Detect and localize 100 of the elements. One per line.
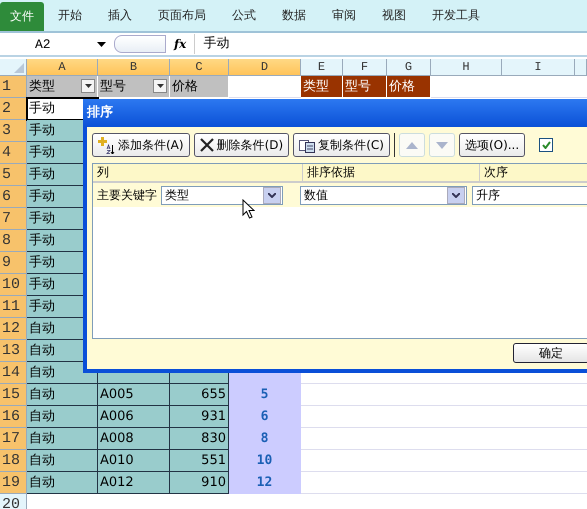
column-heading: 列 [96, 164, 110, 181]
row-header[interactable]: 1 [0, 76, 27, 98]
row-header[interactable]: 7 [0, 208, 27, 230]
ribbon-tab[interactable]: 公式 [220, 0, 268, 31]
table-cell[interactable]: 型号 [98, 76, 170, 98]
sort-key-label: 主要关键字 [96, 186, 158, 204]
chevron-icon [268, 192, 276, 198]
caret-icon [156, 84, 164, 88]
down-triangle-icon [436, 142, 448, 148]
ribbon-tab[interactable]: 文件 [0, 2, 44, 31]
row-header[interactable]: 5 [0, 164, 27, 186]
column-select[interactable]: 类型 [161, 186, 283, 204]
table-cell[interactable]: A005 [98, 384, 170, 406]
table-cell[interactable]: 12 [229, 472, 301, 494]
row-header[interactable]: 3 [0, 120, 27, 142]
row-header[interactable]: 12 [0, 318, 27, 340]
row-header[interactable]: 4 [0, 142, 27, 164]
formula-input-field[interactable]: 手动 [194, 34, 587, 54]
table-cell[interactable]: 6 [229, 406, 301, 428]
table-cell[interactable]: 价格 [170, 76, 229, 98]
table-cell[interactable]: 8 [229, 428, 301, 450]
table-cell[interactable]: 830 [170, 428, 229, 450]
dialog-title: 排序 [83, 99, 587, 127]
ribbon-tab[interactable]: 审阅 [320, 0, 368, 31]
row-header[interactable]: 16 [0, 406, 27, 428]
insert-function-button[interactable]: fx [174, 37, 186, 51]
ribbon-tab[interactable]: 开始 [46, 0, 94, 31]
table-cell[interactable]: A006 [98, 406, 170, 428]
ribbon-tab[interactable]: 页面布局 [146, 0, 218, 31]
filter-dropdown-button[interactable] [153, 79, 167, 93]
add-condition-button[interactable]: 添加条件(A) [92, 133, 190, 157]
up-triangle-icon [406, 142, 418, 148]
column-header[interactable]: I [502, 59, 575, 76]
mouse-pointer-icon [242, 199, 255, 219]
table-cell[interactable]: 自动 [27, 472, 98, 494]
close-icon [200, 138, 214, 152]
delete-condition-button[interactable]: 删除条件(D) [194, 133, 290, 157]
table-cell[interactable]: 价格 [387, 76, 431, 98]
table-cell[interactable]: 类型 [301, 76, 343, 98]
copy-icon [299, 138, 316, 152]
row-header[interactable]: 15 [0, 384, 27, 406]
formula-bar-handle[interactable] [114, 35, 166, 53]
row-header[interactable]: 11 [0, 296, 27, 318]
copy-condition-button[interactable]: 复制条件(C) [293, 133, 390, 157]
cell-reference: A2 [35, 36, 52, 52]
row-header[interactable]: 14 [0, 362, 27, 384]
check-icon [542, 141, 551, 149]
column-header[interactable]: D [229, 59, 301, 76]
row-header[interactable]: 2 [0, 98, 27, 120]
table-cell[interactable]: 910 [170, 472, 229, 494]
chevron-icon [452, 192, 460, 198]
row-header[interactable]: 10 [0, 274, 27, 296]
column-header[interactable]: B [98, 59, 170, 76]
select-all-icon [14, 63, 24, 73]
column-heading: 排序依据 [302, 164, 479, 181]
header-checkbox[interactable] [539, 138, 554, 152]
table-cell[interactable]: 931 [170, 406, 229, 428]
row-header[interactable]: 9 [0, 252, 27, 274]
row-header[interactable]: 8 [0, 230, 27, 252]
column-header[interactable]: G [387, 59, 431, 76]
table-cell[interactable]: 自动 [27, 406, 98, 428]
caret-icon [84, 84, 92, 88]
ribbon-tab[interactable]: 插入 [96, 0, 144, 31]
order-select[interactable]: 升序 [472, 186, 587, 204]
table-cell[interactable]: 型号 [343, 76, 387, 98]
row-header[interactable]: 19 [0, 472, 27, 494]
sort-on-select[interactable]: 数值 [300, 186, 467, 204]
column-header[interactable]: A [27, 59, 98, 76]
options-button[interactable]: 选项(O)... [458, 133, 526, 157]
row-header[interactable]: 6 [0, 186, 27, 208]
add-sort-icon [98, 136, 115, 154]
table-cell[interactable]: 10 [229, 450, 301, 472]
table-cell[interactable]: 自动 [27, 450, 98, 472]
row-header[interactable]: 18 [0, 450, 27, 472]
table-cell[interactable]: A012 [98, 472, 170, 494]
filter-dropdown-button[interactable] [81, 79, 95, 93]
ribbon-tab[interactable]: 视图 [370, 0, 418, 31]
table-cell[interactable]: 自动 [27, 384, 98, 406]
table-cell[interactable]: A008 [98, 428, 170, 450]
column-header[interactable]: C [170, 59, 229, 76]
table-cell[interactable]: A010 [98, 450, 170, 472]
table-cell[interactable]: 5 [229, 384, 301, 406]
table-cell[interactable]: 655 [170, 384, 229, 406]
row-header[interactable]: 17 [0, 428, 27, 450]
table-cell[interactable]: 类型 [27, 76, 98, 98]
dropdown-button[interactable] [447, 186, 465, 204]
dropdown-button[interactable] [263, 186, 281, 204]
column-heading: 次序 [479, 164, 587, 181]
dropdown-caret-icon [97, 42, 106, 46]
column-header[interactable]: E [301, 59, 343, 76]
table-cell[interactable]: 551 [170, 450, 229, 472]
ok-button[interactable]: 确定 [513, 343, 587, 363]
ribbon-tab[interactable]: 数据 [270, 0, 318, 31]
column-header[interactable]: H [431, 59, 502, 76]
row-header[interactable]: 13 [0, 340, 27, 362]
row-header[interactable]: 20 [0, 494, 27, 509]
table-cell[interactable]: 自动 [27, 428, 98, 450]
ribbon-tab[interactable]: 开发工具 [420, 0, 492, 31]
column-header[interactable]: F [343, 59, 387, 76]
name-box[interactable]: A2 [0, 34, 110, 54]
